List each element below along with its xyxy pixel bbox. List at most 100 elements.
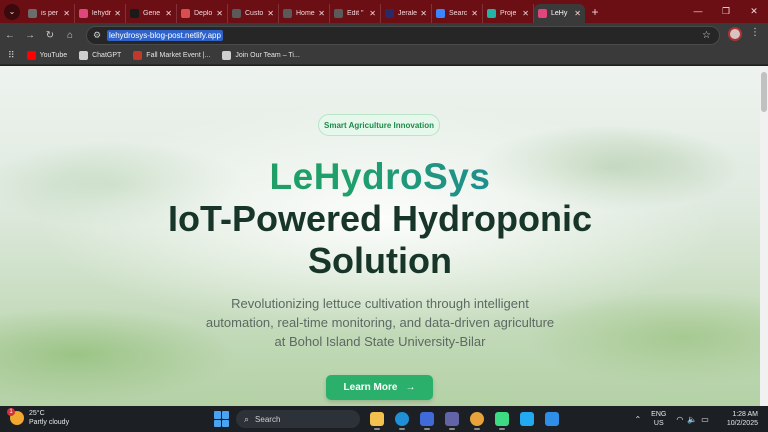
arrow-right-icon: → [405, 382, 416, 393]
tab-title: Edit " [347, 9, 364, 17]
notification-badge: 1 [7, 408, 15, 416]
browser-window: ⌄ is per ✕ lehydr ✕ Gene ✕ Deplo ✕ Custo ✕ Home ✕ Ed… [0, 0, 768, 432]
bookmark-item[interactable]: YouTube [26, 51, 68, 60]
taskbar-search[interactable]: ⌕ Search [236, 410, 360, 428]
hero-headline: IoT-Powered Hydroponic Solution [0, 198, 760, 282]
close-tab-icon[interactable]: ✕ [216, 9, 223, 18]
forward-button[interactable]: → [20, 30, 40, 41]
close-tab-icon[interactable]: ✕ [114, 9, 121, 18]
close-tab-icon[interactable]: ✕ [318, 9, 325, 18]
site-info-icon[interactable]: ⚙ [87, 30, 107, 41]
page-scrollbar[interactable] [760, 66, 768, 406]
browser-tab[interactable]: LeHy ✕ [534, 3, 585, 23]
learn-more-button[interactable]: Learn More → [326, 375, 433, 400]
browser-tab[interactable]: Searc ✕ [432, 3, 483, 23]
close-tab-icon[interactable]: ✕ [267, 9, 274, 18]
browser-tab[interactable]: Home ✕ [279, 3, 330, 23]
bookmark-label: Join Our Team – Ti... [235, 52, 300, 59]
show-hidden-icons-button[interactable]: ⌃ [634, 415, 641, 424]
tab-title: Custo [245, 9, 264, 17]
browser-tab[interactable]: Custo ✕ [228, 3, 279, 23]
store-icon[interactable] [416, 409, 438, 430]
bookmark-favicon-icon [222, 51, 232, 60]
teams-icon[interactable] [441, 409, 463, 430]
wifi-volume-battery-icons[interactable]: ◠🔈▭ [676, 415, 713, 424]
browser-tab[interactable]: is per ✕ [24, 3, 75, 23]
bookmark-item[interactable]: ChatGPT [79, 51, 121, 60]
file-explorer-icon[interactable] [366, 409, 388, 430]
tab-favicon-icon [28, 8, 37, 18]
taskbar-search-placeholder: Search [255, 414, 281, 424]
weather-widget[interactable]: 1 25°C Partly cloudy [7, 408, 69, 427]
windows-taskbar: 1 25°C Partly cloudy ⌕ Search ⌃ ENG US ◠… [0, 406, 768, 432]
reload-button[interactable]: ↻ [40, 30, 60, 41]
browser-menu-button[interactable]: ⋮ [750, 27, 760, 38]
language-indicator[interactable]: ENG US [651, 410, 666, 428]
bookmark-item[interactable]: Fall Market Event |... [133, 51, 210, 60]
apps-grid-icon[interactable]: ⠿ [8, 50, 15, 61]
weather-desc: Partly cloudy [29, 419, 70, 426]
close-tab-icon[interactable]: ✕ [522, 9, 529, 18]
close-window-button[interactable]: ✕ [740, 0, 768, 23]
minimize-button[interactable]: — [684, 0, 712, 23]
url-text[interactable]: lehydrosys-blog-post.netlify.app [107, 30, 223, 41]
edge-icon[interactable] [391, 409, 413, 430]
hero-section: Smart Agriculture Innovation LeHydroSys … [0, 66, 760, 406]
language-code: ENG [651, 411, 667, 418]
vscode-icon[interactable] [516, 409, 538, 429]
browser-tab[interactable]: Deplo ✕ [177, 3, 228, 23]
window-controls: — ❐ ✕ [684, 0, 768, 23]
address-bar[interactable]: ⚙ lehydrosys-blog-post.netlify.app ☆ [86, 26, 720, 45]
bookmark-star-icon[interactable]: ☆ [702, 30, 711, 41]
close-tab-icon[interactable]: ✕ [63, 9, 70, 18]
home-button[interactable]: ⌂ [60, 30, 80, 41]
tab-title: LeHy [551, 9, 568, 17]
close-tab-icon[interactable]: ✕ [369, 9, 376, 18]
hero-subtitle: Revolutionizing lettuce cultivation thro… [0, 294, 760, 351]
bookmark-item[interactable]: Join Our Team – Ti... [222, 51, 300, 60]
tab-search-button[interactable]: ⌄ [0, 0, 24, 23]
browser-tab[interactable]: Proje ✕ [483, 3, 534, 23]
tab-title: Searc [449, 9, 468, 17]
subtitle-line-1: Revolutionizing lettuce cultivation thro… [231, 296, 529, 311]
weather-text: 25°C Partly cloudy [29, 409, 69, 427]
browser-tab[interactable]: Gene ✕ [126, 3, 177, 23]
tab-favicon-icon [232, 8, 241, 18]
tab-title: Home [296, 9, 315, 17]
browser-tab[interactable]: Jerale ✕ [381, 3, 432, 23]
bookmark-favicon-icon [79, 51, 89, 60]
scrollbar-thumb[interactable] [761, 72, 767, 112]
profile-avatar[interactable] [728, 27, 742, 41]
chrome-icon[interactable] [466, 409, 488, 430]
close-tab-icon[interactable]: ✕ [471, 9, 478, 18]
tab-favicon-icon [385, 8, 394, 18]
snipping-tool-icon[interactable] [541, 409, 563, 429]
bookmark-label: YouTube [39, 52, 68, 59]
clock-time: 1:28 AM [732, 411, 758, 418]
tab-title: Gene [143, 9, 161, 17]
bookmark-label: Fall Market Event |... [146, 52, 211, 59]
new-tab-button[interactable]: + [585, 5, 605, 19]
clock[interactable]: 1:28 AM 10/2/2025 [727, 410, 758, 428]
start-button[interactable] [214, 411, 230, 427]
tab-favicon-icon [130, 8, 139, 18]
headline-line-1: IoT-Powered Hydroponic [167, 198, 593, 239]
back-button[interactable]: ← [0, 30, 20, 41]
bookmarks-bar: ⠿ YouTube ChatGPT Fall Market Event |... Jo… [0, 47, 768, 65]
tab-title: lehydr [92, 9, 112, 17]
tab-title: Jerale [398, 9, 418, 17]
tab-strip: ⌄ is per ✕ lehydr ✕ Gene ✕ Deplo ✕ Custo ✕ Home ✕ Ed… [0, 0, 768, 23]
restore-button[interactable]: ❐ [712, 0, 740, 23]
weather-sun-icon: 1 [7, 408, 24, 425]
android-studio-icon[interactable] [491, 409, 513, 430]
region-code: US [653, 420, 664, 427]
clock-date: 10/2/2025 [726, 420, 758, 427]
close-tab-icon[interactable]: ✕ [574, 9, 581, 18]
close-tab-icon[interactable]: ✕ [165, 9, 172, 18]
browser-tab[interactable]: Edit " ✕ [330, 3, 381, 23]
headline-line-2: Solution [308, 240, 452, 281]
close-tab-icon[interactable]: ✕ [420, 9, 427, 18]
tab-favicon-icon [538, 8, 547, 18]
browser-tab[interactable]: lehydr ✕ [75, 3, 126, 23]
tab-favicon-icon [334, 8, 343, 18]
